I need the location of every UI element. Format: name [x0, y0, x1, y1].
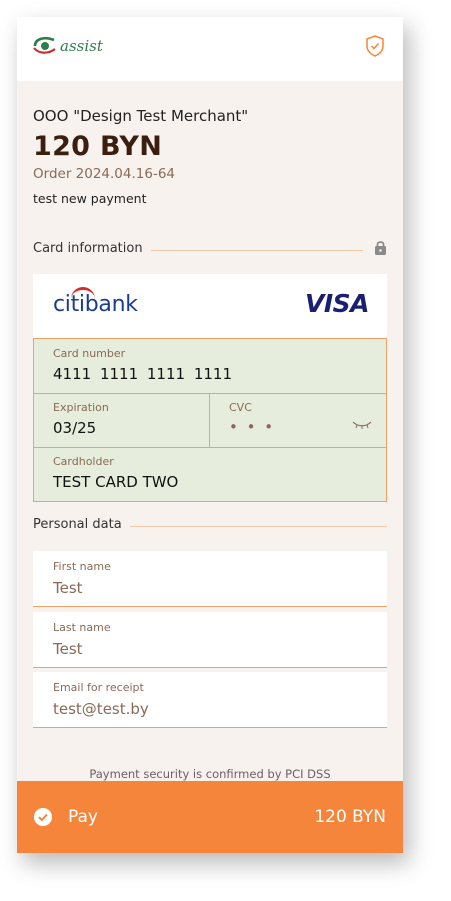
personal-section-title: Personal data: [33, 517, 130, 532]
last-name-field[interactable]: Last name Test: [33, 612, 387, 668]
pay-label: Pay: [68, 807, 98, 827]
cardholder-value: TEST CARD TWO: [53, 473, 179, 491]
last-name-value: Test: [53, 640, 83, 658]
section-divider: [147, 250, 363, 251]
expiration-label: Expiration: [53, 401, 109, 414]
order-number: Order 2024.04.16-64: [33, 166, 176, 182]
email-value: test@test.by: [53, 700, 149, 718]
logo-text: assist: [60, 37, 103, 55]
cvc-value: • • •: [229, 418, 276, 436]
header: assist: [17, 17, 403, 81]
expiration-cvc-row: Expiration 03/25 CVC • • •: [34, 393, 386, 448]
payment-amount: 120 BYN: [33, 131, 163, 162]
cvc-field[interactable]: CVC • • •: [210, 393, 386, 447]
card-brand-bar: citibank VISA: [33, 274, 387, 338]
pay-amount: 120 BYN: [314, 807, 386, 827]
cvc-label: CVC: [229, 401, 252, 414]
cardholder-label: Cardholder: [53, 455, 114, 468]
cardholder-field[interactable]: Cardholder TEST CARD TWO: [34, 447, 386, 501]
first-name-label: First name: [53, 560, 111, 573]
section-divider: [129, 526, 387, 527]
expiration-value: 03/25: [53, 419, 97, 437]
card-section-title: Card information: [33, 241, 151, 256]
merchant-name: OOO "Design Test Merchant": [33, 107, 249, 125]
assist-logo-icon: [33, 36, 56, 54]
shield-check-icon: [366, 35, 384, 57]
citibank-logo: citibank: [53, 287, 138, 317]
email-field[interactable]: Email for receipt test@test.by: [33, 672, 387, 728]
visa-logo: VISA: [304, 289, 370, 318]
eye-closed-icon[interactable]: [352, 419, 372, 431]
payment-description: test new payment: [33, 191, 147, 206]
first-name-field[interactable]: First name Test: [33, 551, 387, 607]
check-circle-icon: [34, 808, 52, 826]
last-name-label: Last name: [53, 621, 111, 634]
card-form: Card number 4111 1111 1111 1111 Expirati…: [33, 338, 387, 502]
card-number-field[interactable]: Card number 4111 1111 1111 1111: [34, 339, 386, 394]
expiration-field[interactable]: Expiration 03/25: [34, 393, 209, 447]
email-label: Email for receipt: [53, 681, 144, 694]
lock-icon: [375, 241, 386, 255]
card-number-value: 4111 1111 1111 1111: [53, 365, 232, 383]
citibank-arc-icon: [71, 287, 95, 300]
security-note: Payment security is confirmed by PCI DSS: [89, 767, 331, 781]
pay-button[interactable]: Pay 120 BYN: [17, 781, 403, 853]
first-name-value: Test: [53, 579, 83, 597]
assist-logo: assist: [32, 31, 103, 61]
payment-widget: assist OOO "Design Test Merchant" 120 BY…: [17, 17, 403, 853]
card-number-label: Card number: [53, 347, 126, 360]
